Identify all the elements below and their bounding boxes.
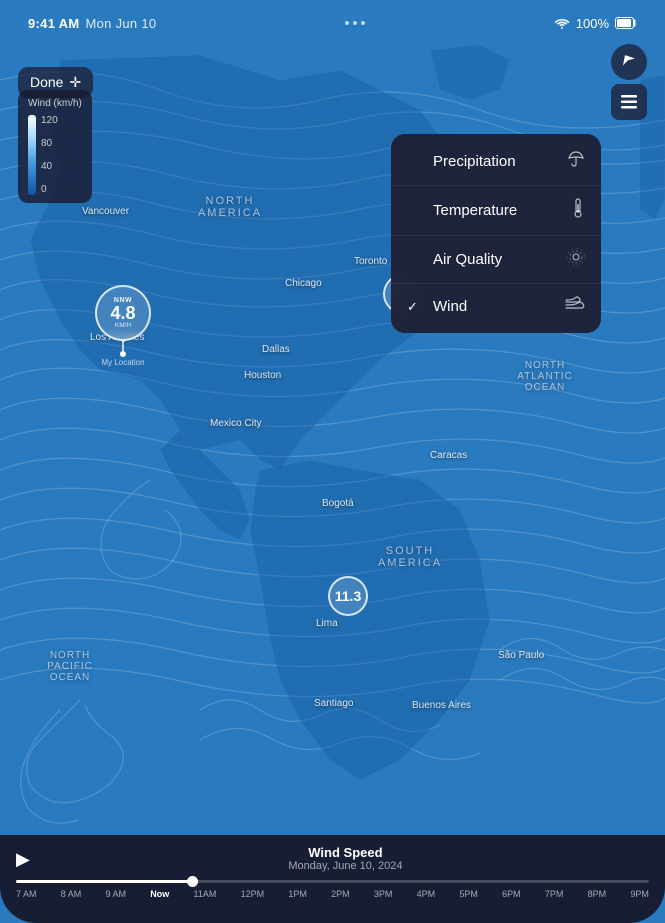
- top-right-buttons: [611, 44, 647, 120]
- legend-val-120: 120: [41, 115, 58, 126]
- status-dot-2: [353, 21, 357, 25]
- timeline-progress: [16, 880, 193, 883]
- status-center-dots: [345, 21, 365, 25]
- time-12pm: 12PM: [241, 889, 265, 899]
- timeline-labels: 7 AM 8 AM 9 AM Now 11AM 12PM 1PM 2PM 3PM…: [16, 889, 649, 899]
- timeline-slider[interactable]: [16, 880, 649, 883]
- status-date: Mon Jun 10: [85, 16, 156, 31]
- status-dot-3: [361, 21, 365, 25]
- menu-item-air-quality-left: Air Quality: [407, 251, 502, 268]
- wifi-icon: [554, 17, 570, 29]
- timeline-title: Wind Speed: [42, 845, 649, 860]
- bubble-speed-la: 4.8: [110, 304, 135, 322]
- status-time: 9:41 AM: [28, 16, 79, 31]
- time-4pm: 4PM: [417, 889, 436, 899]
- battery-percent: 100%: [576, 16, 609, 31]
- time-5pm: 5PM: [459, 889, 478, 899]
- menu-item-temperature-left: Temperature: [407, 202, 517, 219]
- precipitation-icon: [567, 150, 585, 173]
- location-button[interactable]: [611, 44, 647, 80]
- cursor-icon: ✛: [69, 74, 81, 91]
- legend-labels: 120 80 40 0: [41, 115, 58, 195]
- wind-icon: [565, 296, 585, 317]
- location-icon: [620, 53, 638, 71]
- timeline-date: Monday, June 10, 2024: [42, 860, 649, 872]
- air-quality-icon: [567, 248, 585, 271]
- menu-item-precipitation-left: Precipitation: [407, 153, 516, 170]
- timeline-info: Wind Speed Monday, June 10, 2024: [42, 845, 649, 872]
- layer-menu: Precipitation Temperature Air Qualit: [391, 134, 601, 333]
- time-3pm: 3PM: [374, 889, 393, 899]
- menu-item-air-quality[interactable]: Air Quality: [391, 236, 601, 284]
- temperature-icon: [571, 198, 585, 223]
- wind-bubble-los-angeles[interactable]: NNW 4.8 KM/H My Location: [95, 285, 151, 367]
- bubble-dot-la: [120, 351, 126, 357]
- wind-legend-title: Wind (km/h): [28, 98, 82, 109]
- status-right: 100%: [554, 16, 637, 31]
- legend-color-bar: [28, 115, 36, 195]
- layers-button[interactable]: [611, 84, 647, 120]
- legend-bar-container: 120 80 40 0: [28, 115, 82, 195]
- wind-label: Wind: [433, 298, 467, 315]
- timeline: ▶ Wind Speed Monday, June 10, 2024 7 AM …: [0, 835, 665, 923]
- legend-val-0: 0: [41, 184, 58, 195]
- bubble-location-la: My Location: [101, 358, 144, 367]
- menu-item-wind-left: ✓ Wind: [407, 298, 467, 315]
- wind-legend: Wind (km/h) 120 80 40 0: [18, 90, 92, 203]
- time-9pm: 9PM: [630, 889, 649, 899]
- air-quality-label: Air Quality: [433, 251, 502, 268]
- menu-item-wind[interactable]: ✓ Wind: [391, 284, 601, 329]
- wind-bubble-lima[interactable]: 11.3: [328, 576, 368, 616]
- bubble-circle-la: NNW 4.8 KM/H: [95, 285, 151, 341]
- bubble-circle-lima: 11.3: [328, 576, 368, 616]
- time-1pm: 1PM: [288, 889, 307, 899]
- menu-item-temperature[interactable]: Temperature: [391, 186, 601, 236]
- legend-val-80: 80: [41, 138, 58, 149]
- timeline-top: ▶ Wind Speed Monday, June 10, 2024: [16, 845, 649, 872]
- time-8am: 8 AM: [61, 889, 82, 899]
- time-now: Now: [150, 889, 169, 899]
- status-dot-1: [345, 21, 349, 25]
- precipitation-label: Precipitation: [433, 153, 516, 170]
- time-8pm: 8PM: [588, 889, 607, 899]
- bubble-stem-la: [122, 341, 124, 351]
- time-11am: 11AM: [193, 889, 216, 899]
- status-bar: 9:41 AM Mon Jun 10 100%: [0, 12, 665, 34]
- wind-checkmark: ✓: [407, 299, 423, 315]
- done-label: Done: [30, 74, 63, 90]
- temperature-label: Temperature: [433, 202, 517, 219]
- time-2pm: 2PM: [331, 889, 350, 899]
- time-9am: 9 AM: [106, 889, 127, 899]
- layers-icon: [621, 95, 637, 109]
- menu-item-precipitation[interactable]: Precipitation: [391, 138, 601, 186]
- bubble-unit-la: KM/H: [115, 322, 131, 329]
- play-button[interactable]: ▶: [16, 850, 30, 868]
- time-7pm: 7PM: [545, 889, 564, 899]
- legend-val-40: 40: [41, 161, 58, 172]
- bubble-speed-lima: 11.3: [335, 589, 361, 603]
- battery-icon: [615, 17, 637, 29]
- time-7am: 7 AM: [16, 889, 37, 899]
- time-6pm: 6PM: [502, 889, 521, 899]
- top-bar: Done ✛: [0, 44, 665, 120]
